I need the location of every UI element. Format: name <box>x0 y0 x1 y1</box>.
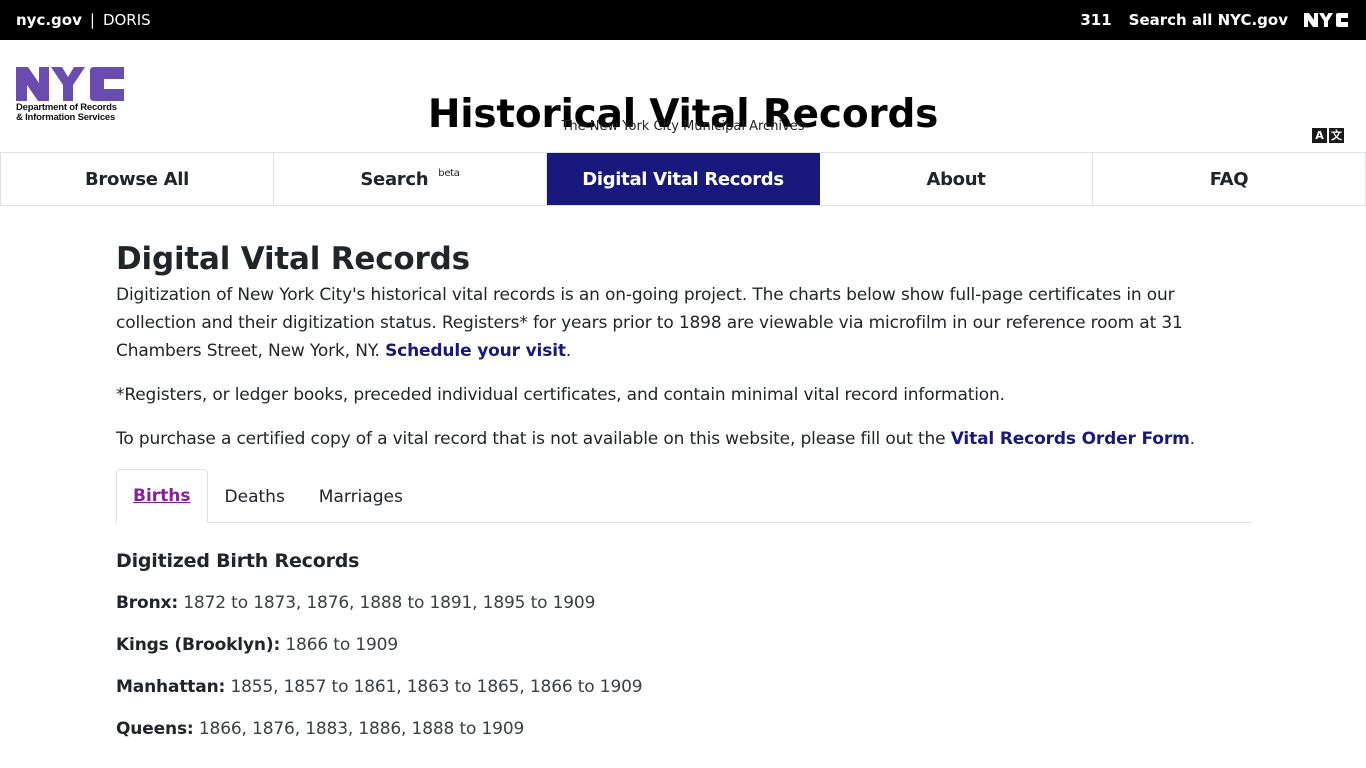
topbar-right: 311 Search all NYC.gov <box>1063 11 1350 29</box>
record-years: 1866, 1876, 1883, 1886, 1888 to 1909 <box>198 719 525 739</box>
record-years: 1855, 1857 to 1861, 1863 to 1865, 1866 t… <box>230 677 643 697</box>
main-content: Digital Vital Records Digitization of Ne… <box>116 206 1251 741</box>
nav-label: Digital Vital Records <box>582 168 784 190</box>
order-text: To purchase a certified copy of a vital … <box>116 429 951 449</box>
order-end: . <box>1189 429 1195 449</box>
nycgov-link[interactable]: nyc.gov <box>16 11 82 29</box>
nav-search[interactable]: Search beta <box>274 153 547 205</box>
nav-browse-all[interactable]: Browse All <box>0 153 274 205</box>
registers-note: *Registers, or ledger books, preceded in… <box>116 385 1005 405</box>
record-row: Kings (Brooklyn): 1866 to 1909 <box>116 633 1251 657</box>
tab-marriages[interactable]: Marriages <box>302 469 420 523</box>
nav-label: FAQ <box>1209 168 1249 190</box>
borough-label: Manhattan: <box>116 677 226 697</box>
borough-label: Bronx: <box>116 593 178 613</box>
intro-end: . <box>565 341 572 361</box>
order-form-link[interactable]: Vital Records Order Form <box>951 429 1190 449</box>
tab-deaths[interactable]: Deaths <box>208 469 302 523</box>
schedule-visit-link[interactable]: Schedule your visit <box>385 341 566 361</box>
nav-label: Browse All <box>84 168 190 190</box>
topbar-separator: | <box>89 11 95 29</box>
nav-label: About <box>926 168 986 190</box>
page-title: Digital Vital Records <box>116 241 470 277</box>
order-paragraph: To purchase a certified copy of a vital … <box>116 425 1251 453</box>
top-bar: nyc.gov | DORIS 311 Search all NYC.gov <box>0 0 1366 40</box>
tab-births[interactable]: Births <box>116 469 208 523</box>
record-row: Queens: 1866, 1876, 1883, 1886, 1888 to … <box>116 717 1251 741</box>
record-row: Bronx: 1872 to 1873, 1876, 1888 to 1891,… <box>116 591 1251 615</box>
link-311[interactable]: 311 <box>1080 11 1111 29</box>
record-row: Manhattan: 1855, 1857 to 1861, 1863 to 1… <box>116 675 1251 699</box>
nav-faq[interactable]: FAQ <box>1093 153 1366 205</box>
search-all-nycgov-link[interactable]: Search all NYC.gov <box>1129 11 1288 29</box>
topbar-left: nyc.gov | DORIS <box>16 11 151 29</box>
doris-link[interactable]: DORIS <box>103 11 151 29</box>
record-years: 1866 to 1909 <box>285 635 398 655</box>
site-subtitle: The New York City Municipal Archives <box>561 119 805 134</box>
section-title: Digitized Birth Records <box>116 550 360 572</box>
beta-badge: beta <box>438 167 460 179</box>
nav-label: Search <box>360 168 429 190</box>
intro-paragraph: Digitization of New York City's historic… <box>116 281 1251 365</box>
record-years: 1872 to 1873, 1876, 1888 to 1891, 1895 t… <box>183 593 596 613</box>
nav-digital-vital-records[interactable]: Digital Vital Records <box>547 153 820 205</box>
main-nav: Browse All Search beta Digital Vital Reco… <box>0 152 1366 206</box>
intro-text: Digitization of New York City's historic… <box>116 285 1183 361</box>
borough-label: Queens: <box>116 719 194 739</box>
record-type-tabs: Births Deaths Marriages <box>116 469 1251 523</box>
nyc-logo-icon[interactable] <box>1304 12 1350 28</box>
borough-label: Kings (Brooklyn): <box>116 635 281 655</box>
nav-about[interactable]: About <box>820 153 1093 205</box>
site-header: Department of Records & Information Serv… <box>0 40 1366 153</box>
